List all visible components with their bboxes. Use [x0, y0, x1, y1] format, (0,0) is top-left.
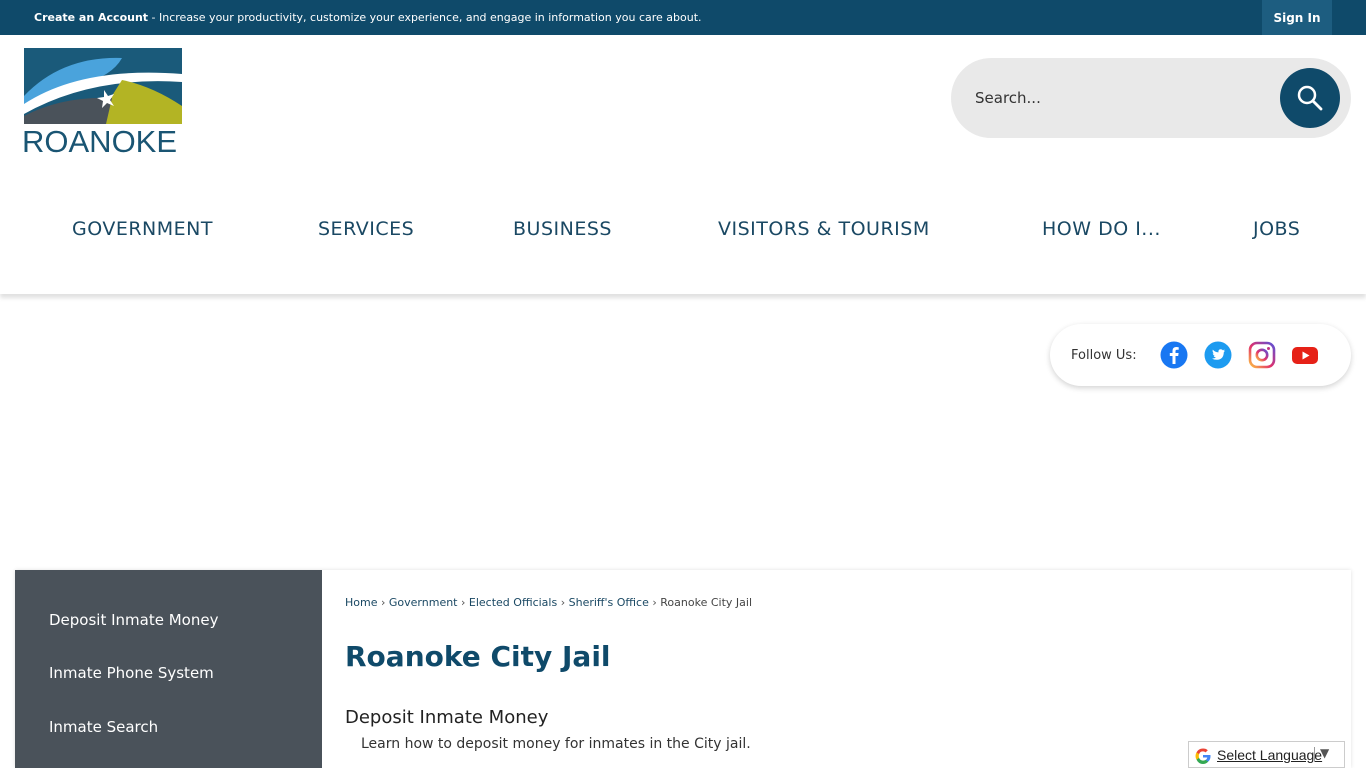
nav-item-how-do-i[interactable]: HOW DO I...: [1042, 218, 1161, 240]
breadcrumb-home[interactable]: Home: [345, 596, 377, 609]
google-icon: [1195, 748, 1211, 764]
language-divider: [1314, 747, 1315, 762]
sidebar-item-inmate-search[interactable]: Inmate Search: [49, 718, 158, 736]
breadcrumb-current: Roanoke City Jail: [660, 596, 752, 609]
breadcrumb-separator: ›: [461, 596, 466, 609]
nav-item-jobs[interactable]: JOBS: [1253, 218, 1300, 240]
facebook-icon[interactable]: [1160, 341, 1188, 369]
breadcrumb-elected-officials[interactable]: Elected Officials: [469, 596, 557, 609]
breadcrumb-separator: ›: [652, 596, 657, 609]
search-button[interactable]: [1280, 68, 1340, 128]
breadcrumb: Home › Government › Elected Officials › …: [345, 596, 752, 609]
breadcrumb-government[interactable]: Government: [389, 596, 458, 609]
account-banner: Create an Account - Increase your produc…: [34, 11, 702, 24]
nav-item-business[interactable]: BUSINESS: [513, 218, 612, 240]
twitter-icon[interactable]: [1204, 341, 1232, 369]
breadcrumb-separator: ›: [560, 596, 566, 609]
breadcrumb-sheriffs-office[interactable]: Sheriff's Office: [569, 596, 649, 609]
roanoke-logo[interactable]: ROANOKE: [22, 46, 184, 159]
sidebar: Deposit Inmate Money Inmate Phone System…: [15, 570, 322, 768]
search-bar: [951, 58, 1351, 138]
create-account-link[interactable]: Create an Account: [34, 11, 148, 24]
logo-wordmark: ROANOKE: [22, 124, 178, 159]
section-title-deposit-inmate-money[interactable]: Deposit Inmate Money: [345, 707, 548, 728]
search-icon: [1297, 85, 1323, 111]
main-nav: GOVERNMENT SERVICES BUSINESS VISITORS & …: [0, 180, 1366, 294]
sign-in-button[interactable]: Sign In: [1262, 0, 1332, 35]
follow-us-label: Follow Us:: [1071, 348, 1137, 363]
nav-item-visitors-tourism[interactable]: VISITORS & TOURISM: [718, 218, 930, 240]
nav-item-services[interactable]: SERVICES: [318, 218, 414, 240]
search-input[interactable]: [975, 83, 1265, 113]
section-description: Learn how to deposit money for inmates i…: [361, 736, 751, 752]
logo-mark-icon: [24, 48, 182, 124]
breadcrumb-separator: ›: [380, 596, 386, 609]
follow-us-widget: Follow Us:: [1050, 324, 1351, 386]
sidebar-item-deposit-inmate-money[interactable]: Deposit Inmate Money: [49, 611, 218, 629]
account-banner-text: - Increase your productivity, customize …: [148, 11, 702, 24]
language-label[interactable]: Select Language: [1217, 747, 1322, 763]
sidebar-item-inmate-phone-system[interactable]: Inmate Phone System: [49, 664, 214, 682]
nav-item-government[interactable]: GOVERNMENT: [72, 218, 213, 240]
chevron-down-icon[interactable]: ▼: [1320, 746, 1329, 760]
language-selector[interactable]: Select Language ▼: [1188, 741, 1345, 768]
top-bar: Create an Account - Increase your produc…: [0, 0, 1366, 35]
youtube-icon[interactable]: [1291, 341, 1319, 369]
instagram-icon[interactable]: [1248, 341, 1276, 369]
page-title: Roanoke City Jail: [345, 640, 611, 673]
